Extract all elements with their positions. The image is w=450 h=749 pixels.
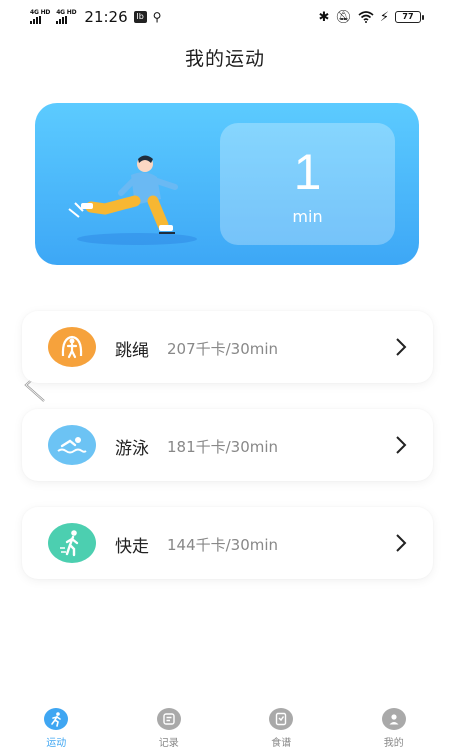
chevron-right-icon: [396, 338, 407, 356]
charging-icon: ⚡︎: [379, 9, 389, 25]
tab-sport[interactable]: 运动: [0, 700, 113, 749]
notification-badge-icon: Ib: [133, 11, 147, 23]
tab-recipe[interactable]: 食谱: [225, 700, 338, 749]
chevron-right-icon: [396, 436, 407, 454]
usb-icon: ⚲: [152, 10, 162, 24]
sport-icon: [44, 708, 69, 730]
bottom-tab-bar: 运动 记录 食谱 我的: [0, 700, 450, 749]
exercise-duration-value: 1: [293, 144, 322, 200]
sport-item-jump-rope[interactable]: 跳绳 207千卡/30min: [22, 311, 433, 383]
exercise-summary-card[interactable]: 1 min: [35, 103, 419, 265]
exercise-duration-unit: min: [292, 207, 323, 226]
skating-person-illustration: [68, 155, 197, 245]
tab-label: 记录: [158, 738, 179, 749]
profile-icon: [381, 708, 406, 730]
battery-level: 77: [395, 11, 421, 23]
page-title: 我的运动: [184, 48, 265, 70]
sport-calories: 181千卡/30min: [167, 438, 279, 456]
status-time: 21:26: [84, 8, 128, 26]
sport-calories: 144千卡/30min: [167, 536, 279, 554]
chevron-right-icon: [396, 534, 407, 552]
status-bar-right: ✱ 🔕︎ ⚡︎ 77: [318, 10, 424, 25]
jump-rope-icon: [48, 327, 96, 367]
sport-item-brisk-walk[interactable]: 快走 144千卡/30min: [22, 507, 433, 579]
record-icon: [156, 708, 181, 730]
sport-name: 游泳: [115, 439, 149, 459]
battery-icon: 77: [395, 11, 424, 23]
signal-icon: 4G HD: [56, 10, 77, 24]
tab-profile[interactable]: 我的: [338, 700, 450, 749]
status-bar: 4G HD 4G HD 21:26 Ib ⚲ ✱ 🔕︎ ⚡︎ 77: [0, 0, 450, 34]
swimming-icon: [48, 425, 96, 465]
tab-label: 我的: [383, 738, 404, 749]
walking-icon: [48, 523, 96, 563]
bluetooth-icon: ✱: [318, 9, 330, 25]
wifi-icon: [358, 11, 374, 23]
recipe-icon: [269, 708, 294, 730]
sport-calories: 207千卡/30min: [167, 340, 279, 358]
tab-record[interactable]: 记录: [113, 700, 226, 749]
sport-item-swimming[interactable]: 游泳 181千卡/30min: [22, 409, 433, 481]
tab-label: 运动: [46, 738, 67, 749]
signal-icon: 4G HD: [30, 10, 50, 24]
status-bar-left: 4G HD 4G HD 21:26 Ib ⚲: [30, 8, 161, 26]
mute-icon: 🔕︎: [335, 9, 352, 25]
exercise-duration-panel: 1 min: [220, 123, 395, 245]
sport-name: 快走: [115, 537, 149, 557]
tab-label: 食谱: [271, 738, 292, 749]
sport-name: 跳绳: [115, 341, 149, 361]
